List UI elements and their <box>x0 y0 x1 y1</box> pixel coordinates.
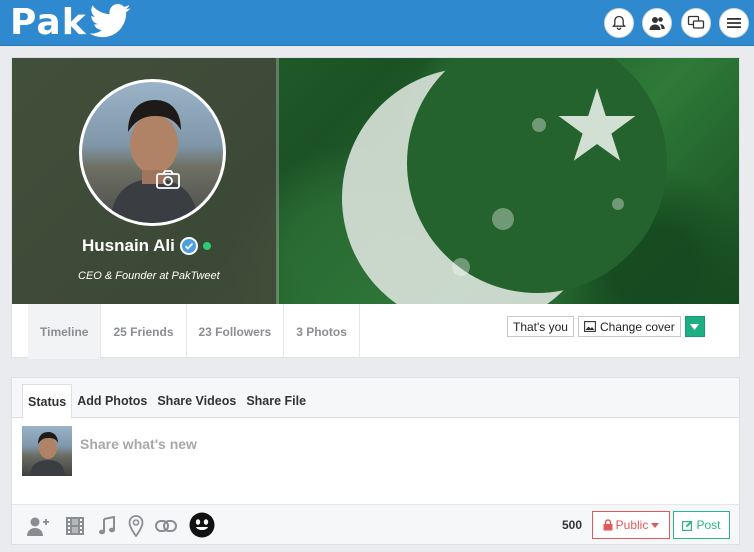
paint-splash <box>452 258 470 276</box>
composer-tabs: Status Add Photos Share Videos Share Fil… <box>22 384 311 419</box>
change-cover-label: Change cover <box>599 319 675 334</box>
profile-tabs: Timeline 25 Friends 23 Followers 3 Photo… <box>28 304 360 359</box>
tag-friends-button[interactable] <box>26 514 50 538</box>
profile-name-text[interactable]: Husnain Ali <box>82 236 175 256</box>
friends-icon <box>649 17 665 30</box>
profile-name: Husnain Ali <box>82 236 211 256</box>
post-label: Post <box>696 518 721 532</box>
caret-down-icon <box>651 522 660 528</box>
tab-share-videos[interactable]: Share Videos <box>152 384 241 418</box>
add-user-icon <box>27 517 49 536</box>
thats-you-button[interactable]: That's you <box>507 316 574 337</box>
tab-friends[interactable]: 25 Friends <box>101 304 187 359</box>
person-silhouette <box>30 432 65 476</box>
add-location-button[interactable] <box>124 514 148 538</box>
privacy-dropdown[interactable]: Public <box>592 511 670 539</box>
paint-splash <box>532 118 546 132</box>
link-icon <box>155 520 177 532</box>
cover-options-dropdown[interactable] <box>684 316 705 337</box>
friends-button[interactable] <box>642 8 672 38</box>
thats-you-label: That's you <box>513 319 568 334</box>
profile-avatar[interactable] <box>79 79 226 226</box>
composer-avatar <box>22 426 72 476</box>
logo[interactable]: Pak <box>10 2 131 44</box>
cover-photo: Husnain Ali CEO & Founder at PakTweet <box>12 58 739 304</box>
tab-followers[interactable]: 23 Followers <box>187 304 285 359</box>
tab-timeline[interactable]: Timeline <box>28 304 102 359</box>
tab-photos[interactable]: 3 Photos <box>284 304 360 359</box>
twitter-bird-icon <box>89 4 131 38</box>
paint-splash <box>612 198 624 210</box>
tab-share-file[interactable]: Share File <box>241 384 311 418</box>
caret-down-icon <box>690 323 700 330</box>
post-composer: Status Add Photos Share Videos Share Fil… <box>11 377 740 545</box>
messages-icon <box>687 15 705 29</box>
person-silhouette <box>110 100 198 223</box>
bell-icon <box>612 15 626 30</box>
panel-divider <box>276 58 279 304</box>
image-icon <box>584 321 596 332</box>
verified-badge-icon <box>179 237 198 255</box>
profile-header: Husnain Ali CEO & Founder at PakTweet Ti… <box>11 57 740 359</box>
status-input[interactable] <box>80 432 720 456</box>
profile-headline: CEO & Founder at PakTweet <box>78 270 220 282</box>
online-status-icon <box>202 242 211 250</box>
add-link-button[interactable] <box>154 514 178 538</box>
change-cover-button[interactable]: Change cover <box>577 316 681 337</box>
composer-tabs-bar: Status Add Photos Share Videos Share Fil… <box>12 378 739 419</box>
menu-icon <box>727 18 741 28</box>
music-icon <box>99 516 115 535</box>
tab-add-photos[interactable]: Add Photos <box>72 384 152 418</box>
add-emoji-button[interactable] <box>189 512 215 538</box>
privacy-label: Public <box>615 518 649 532</box>
lock-icon <box>603 519 613 531</box>
logo-text: Pak <box>10 2 87 43</box>
smiley-icon <box>189 512 215 538</box>
tab-status[interactable]: Status <box>22 384 73 419</box>
character-counter: 500 <box>562 518 583 532</box>
paint-splash <box>492 208 514 230</box>
cover-actions: That's you Change cover <box>507 316 705 337</box>
camera-icon[interactable] <box>156 169 180 189</box>
map-pin-icon <box>128 515 144 537</box>
notifications-button[interactable] <box>604 8 634 38</box>
menu-button[interactable] <box>719 8 749 38</box>
edit-icon <box>682 520 693 531</box>
add-video-button[interactable] <box>63 514 87 538</box>
avatar-photo <box>82 82 223 223</box>
composer-toolbar: 500 Public Post <box>12 504 739 544</box>
messages-button[interactable] <box>681 8 711 38</box>
post-button[interactable]: Post <box>673 511 730 539</box>
film-icon <box>66 517 84 535</box>
top-navbar: Pak <box>0 0 754 46</box>
add-music-button[interactable] <box>95 514 119 538</box>
